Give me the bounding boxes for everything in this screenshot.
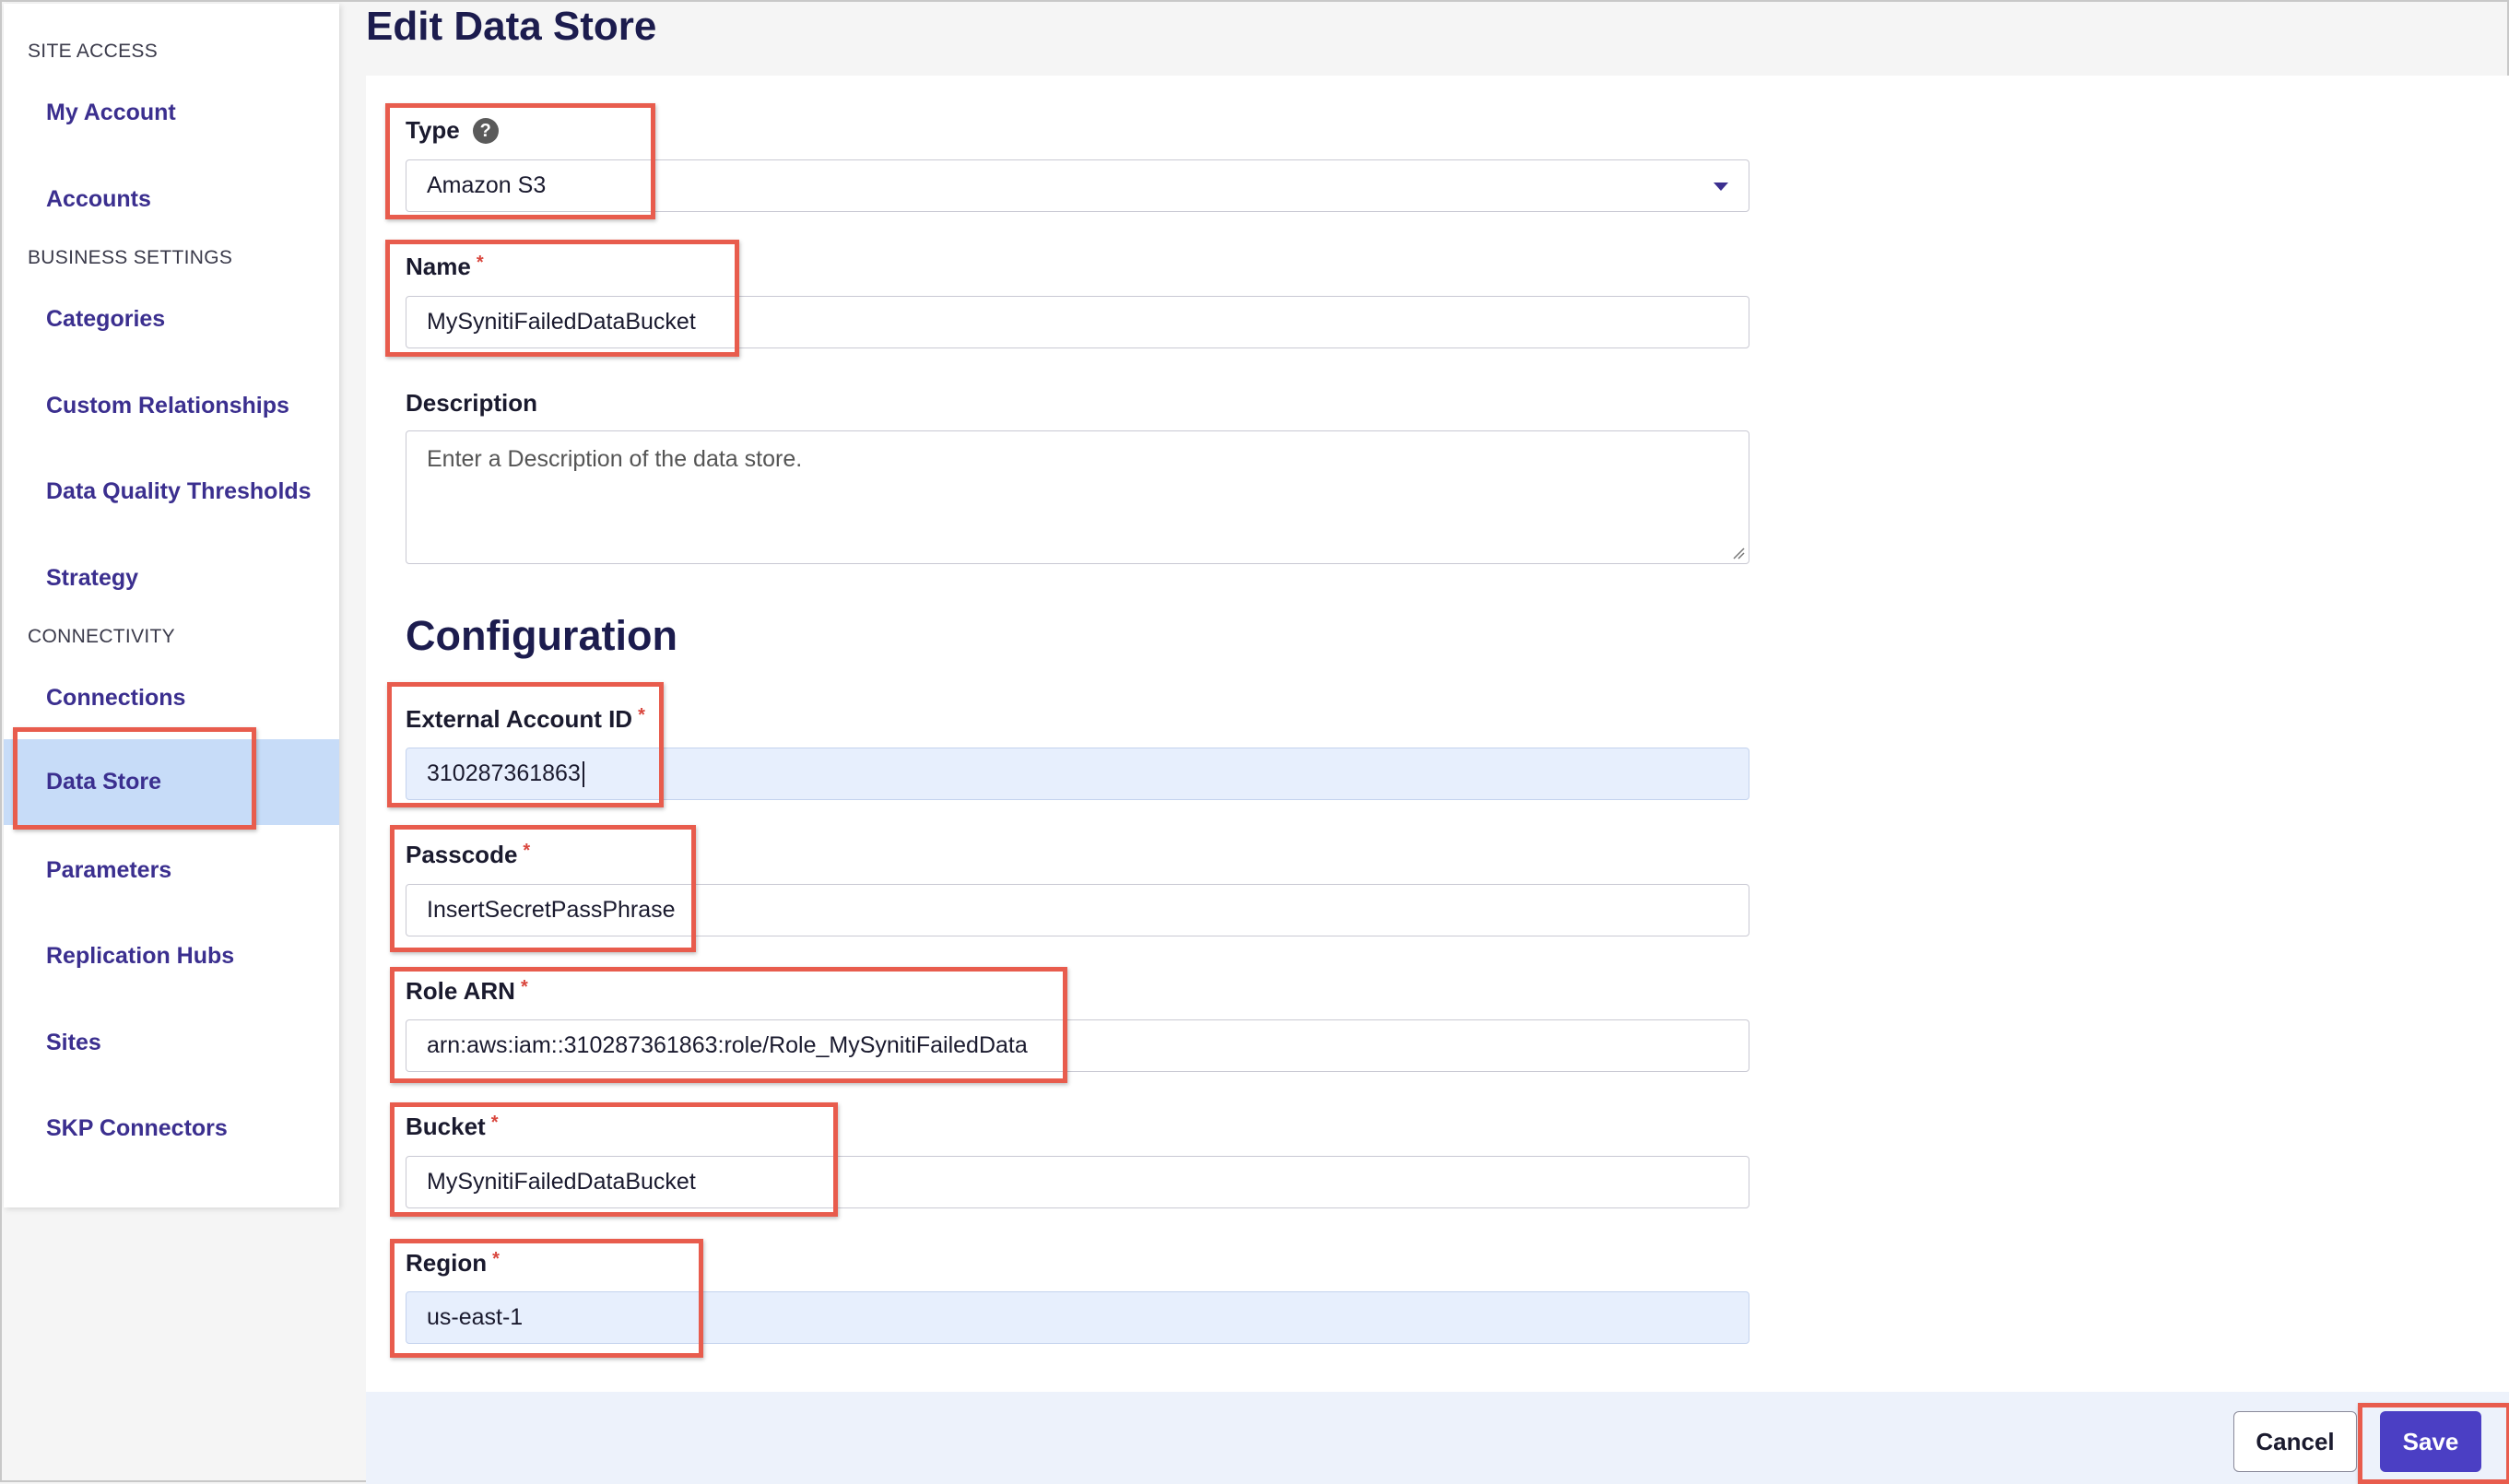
form-footer [366,1392,2509,1484]
region-value: us-east-1 [427,1304,524,1330]
save-button[interactable]: Save [2380,1411,2481,1472]
sidebar-item-data-quality-thresholds[interactable]: Data Quality Thresholds [4,449,339,535]
text-cursor [582,760,584,787]
sidebar-item-accounts[interactable]: Accounts [4,157,339,242]
sidebar-section-business-settings: BUSINESS SETTINGS [28,247,233,268]
passcode-label-text: Passcode [406,841,518,868]
external-account-id-input[interactable]: 310287361863 [406,748,1749,800]
chevron-down-icon [1714,183,1728,191]
sidebar-section-connectivity: CONNECTIVITY [28,626,175,647]
sidebar-item-skp-connectors[interactable]: SKP Connectors [4,1086,339,1172]
sidebar-item-sites[interactable]: Sites [4,1000,339,1086]
description-textarea[interactable]: Enter a Description of the data store. [406,430,1749,564]
role-arn-value: arn:aws:iam::310287361863:role/Role_MySy… [427,1032,1028,1058]
name-label-text: Name [406,253,471,280]
required-marker: * [523,841,531,861]
sidebar-item-connections[interactable]: Connections [4,655,339,741]
passcode-label: Passcode * [406,841,530,869]
role-arn-label: Role ARN * [406,977,528,1006]
sidebar-item-categories[interactable]: Categories [4,277,339,362]
bucket-input[interactable]: MySynitiFailedDataBucket [406,1156,1749,1208]
role-arn-input[interactable]: arn:aws:iam::310287361863:role/Role_MySy… [406,1019,1749,1072]
external-account-id-label-text: External Account ID [406,705,633,733]
bucket-label: Bucket * [406,1113,499,1141]
description-placeholder: Enter a Description of the data store. [427,446,803,472]
sidebar: SITE ACCESS My Account Accounts BUSINESS… [4,4,339,1207]
bucket-value: MySynitiFailedDataBucket [427,1169,696,1195]
region-label-text: Region [406,1249,488,1277]
required-marker: * [492,1249,500,1269]
passcode-input[interactable]: InsertSecretPassPhrase [406,884,1749,936]
name-label: Name * [406,253,484,281]
required-marker: * [476,253,484,273]
type-select-value: Amazon S3 [427,172,547,198]
name-input-value: MySynitiFailedDataBucket [427,309,696,335]
resize-grip-icon[interactable] [1732,547,1745,559]
region-label: Region * [406,1249,500,1278]
type-label: Type? [406,116,499,145]
description-label: Description [406,389,538,417]
configuration-heading: Configuration [406,612,677,659]
bucket-label-text: Bucket [406,1113,486,1140]
required-marker: * [490,1113,499,1133]
required-marker: * [520,977,528,997]
sidebar-item-my-account[interactable]: My Account [4,70,339,156]
external-account-id-label: External Account ID * [406,705,645,734]
page-title: Edit Data Store [366,4,657,49]
type-select[interactable]: Amazon S3 [406,159,1749,212]
sidebar-item-strategy[interactable]: Strategy [4,536,339,621]
type-label-text: Type [406,116,460,144]
sidebar-item-parameters[interactable]: Parameters [4,828,339,913]
sidebar-item-custom-relationships[interactable]: Custom Relationships [4,363,339,449]
region-input[interactable]: us-east-1 [406,1291,1749,1344]
name-input[interactable]: MySynitiFailedDataBucket [406,296,1749,348]
help-icon[interactable]: ? [472,118,499,144]
external-account-id-value: 310287361863 [427,760,581,786]
required-marker: * [638,705,645,725]
role-arn-label-text: Role ARN [406,977,515,1005]
passcode-value: InsertSecretPassPhrase [427,897,676,923]
sidebar-item-data-store[interactable]: Data Store [4,739,339,825]
sidebar-section-site-access: SITE ACCESS [28,41,159,62]
sidebar-item-replication-hubs[interactable]: Replication Hubs [4,913,339,999]
cancel-button[interactable]: Cancel [2233,1411,2357,1472]
app-window: SITE ACCESS My Account Accounts BUSINESS… [0,0,2509,1484]
